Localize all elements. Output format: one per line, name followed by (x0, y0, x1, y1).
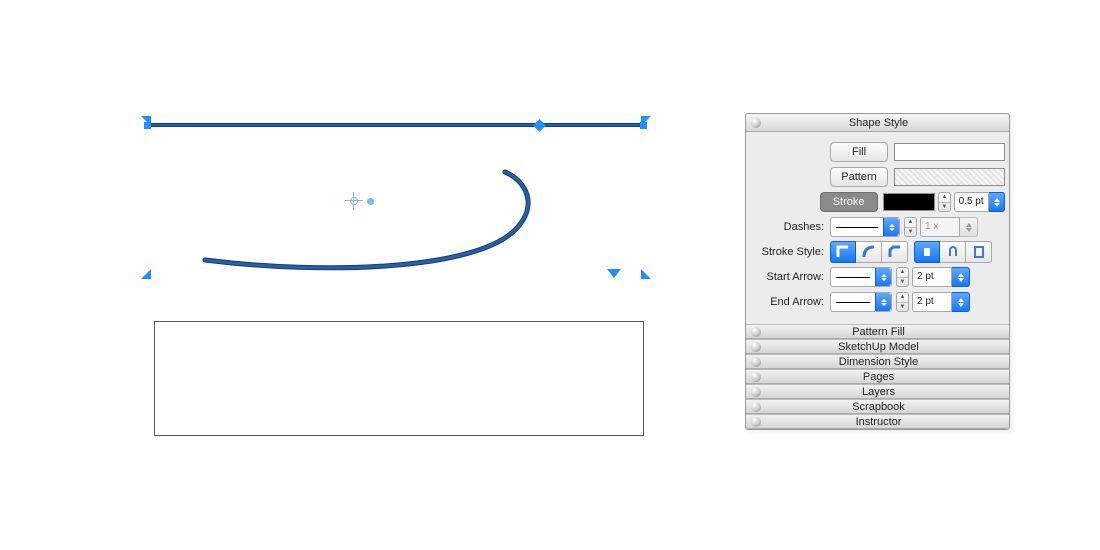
dashes-label: Dashes: (750, 221, 830, 233)
start-arrow-size-field[interactable]: 2 pt (912, 267, 952, 287)
pattern-swatch[interactable] (894, 168, 1005, 186)
end-arrow-label: End Arrow: (750, 296, 830, 308)
panel-collapse-icon[interactable] (751, 118, 761, 128)
start-arrow-size-stepper[interactable]: ▲▼ (896, 267, 909, 287)
section-layers[interactable]: Layers (746, 384, 1009, 399)
end-arrow-size-dropdown[interactable] (952, 292, 970, 312)
pattern-toggle-button[interactable]: Pattern (830, 167, 888, 187)
section-instructor[interactable]: Instructor (746, 414, 1009, 429)
end-arrow-select[interactable] (830, 292, 892, 312)
section-sketchup-model[interactable]: SketchUp Model (746, 339, 1009, 354)
section-pages[interactable]: Pages (746, 369, 1009, 384)
stroke-style-label: Stroke Style: (750, 246, 830, 258)
shape-curve[interactable] (205, 170, 535, 280)
stroke-width-stepper[interactable]: ▲▼ (938, 192, 951, 212)
stroke-width-dropdown[interactable] (989, 192, 1005, 212)
selection-handle-bl[interactable] (141, 269, 151, 279)
panel-title: Shape Style (766, 117, 1009, 129)
end-arrow-size-stepper[interactable]: ▲▼ (896, 292, 909, 312)
dashes-select[interactable] (830, 217, 900, 237)
corner-style-round[interactable] (856, 241, 882, 263)
selection-center-crosshair (345, 192, 363, 210)
drawing-canvas[interactable] (135, 0, 705, 550)
end-arrow-size-field[interactable]: 2 pt (912, 292, 952, 312)
section-pattern-fill[interactable]: Pattern Fill (746, 324, 1009, 339)
stroke-color-swatch[interactable] (883, 193, 935, 211)
corner-style-bevel[interactable] (882, 241, 908, 263)
shape-rectangle[interactable] (154, 321, 644, 436)
cap-style-flat[interactable] (914, 241, 940, 263)
dashes-scale-dropdown[interactable] (960, 217, 978, 237)
selection-handle-bottom[interactable] (607, 269, 621, 278)
selection-handle-br[interactable] (641, 269, 651, 279)
fill-color-swatch[interactable] (894, 143, 1005, 161)
shape-line[interactable] (147, 123, 642, 127)
selection-midpoint-handle[interactable] (533, 119, 546, 132)
selection-handle-tr[interactable] (641, 116, 651, 126)
section-scrapbook[interactable]: Scrapbook (746, 399, 1009, 414)
panel-header-shape-style[interactable]: Shape Style (746, 114, 1009, 132)
stroke-toggle-button[interactable]: Stroke (820, 192, 878, 212)
cap-style-square[interactable] (966, 241, 992, 263)
cap-style-round[interactable] (940, 241, 966, 263)
dashes-scale-field[interactable]: 1 x (920, 217, 960, 237)
section-dimension-style[interactable]: Dimension Style (746, 354, 1009, 369)
fill-toggle-button[interactable]: Fill (830, 142, 888, 162)
inspector-panel: Shape Style Fill Pattern Stroke ▲▼ 0.5 p… (745, 113, 1010, 430)
start-arrow-select[interactable] (830, 267, 892, 287)
dashes-scale-stepper[interactable]: ▲▼ (904, 217, 917, 237)
stroke-width-field[interactable]: 0.5 pt (954, 192, 990, 212)
start-arrow-size-dropdown[interactable] (952, 267, 970, 287)
selection-handle-tl[interactable] (141, 116, 151, 126)
corner-style-miter[interactable] (830, 241, 856, 263)
start-arrow-label: Start Arrow: (750, 271, 830, 283)
